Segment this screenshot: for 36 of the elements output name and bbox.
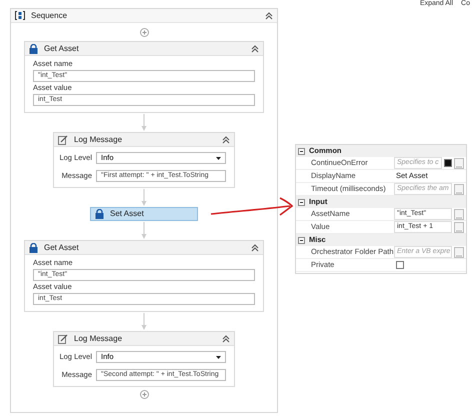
add-icon[interactable]: [140, 390, 148, 399]
collapse-icon[interactable]: [298, 198, 305, 206]
collapse-icon[interactable]: [265, 12, 273, 20]
lock-icon: [95, 209, 104, 219]
log-icon: [58, 334, 68, 344]
collapse-icon[interactable]: [298, 148, 305, 154]
ellipsis-button[interactable]: [454, 158, 464, 168]
activity-card[interactable]: Set Asset: [90, 207, 198, 221]
collapse-icon[interactable]: [251, 244, 259, 252]
ellipsis-button[interactable]: [454, 208, 464, 220]
log-icon: [58, 134, 68, 144]
collapse-icon[interactable]: [251, 44, 259, 52]
collapse-icon[interactable]: [222, 334, 230, 342]
sequence-title: Sequence: [31, 10, 68, 22]
collapse-icon[interactable]: [298, 236, 305, 244]
ellipsis-button[interactable]: [454, 184, 464, 194]
flow-arrow: [141, 114, 147, 131]
checkbox[interactable]: [396, 261, 404, 269]
add-icon[interactable]: [140, 28, 148, 37]
checkbox[interactable]: [444, 159, 452, 167]
ellipsis-button[interactable]: [454, 246, 464, 258]
lock-icon: [29, 44, 38, 54]
activity-title: Set Asset: [110, 208, 144, 220]
flow-arrow: [141, 222, 147, 239]
collapse-icon[interactable]: [222, 136, 230, 144]
activity-title: Get Asset: [44, 242, 80, 254]
sequence-icon: [15, 11, 25, 20]
flow-arrow: [141, 189, 147, 206]
dropdown-arrow-icon: [216, 356, 221, 358]
lock-icon: [29, 242, 38, 252]
dropdown-arrow-icon: [216, 156, 221, 160]
activity-title: Get Asset: [44, 42, 80, 54]
flow-arrow: [141, 313, 147, 330]
ellipsis-button[interactable]: [454, 222, 464, 232]
activity-title: Log Message: [74, 332, 124, 344]
activity-title: Log Message: [74, 134, 124, 146]
